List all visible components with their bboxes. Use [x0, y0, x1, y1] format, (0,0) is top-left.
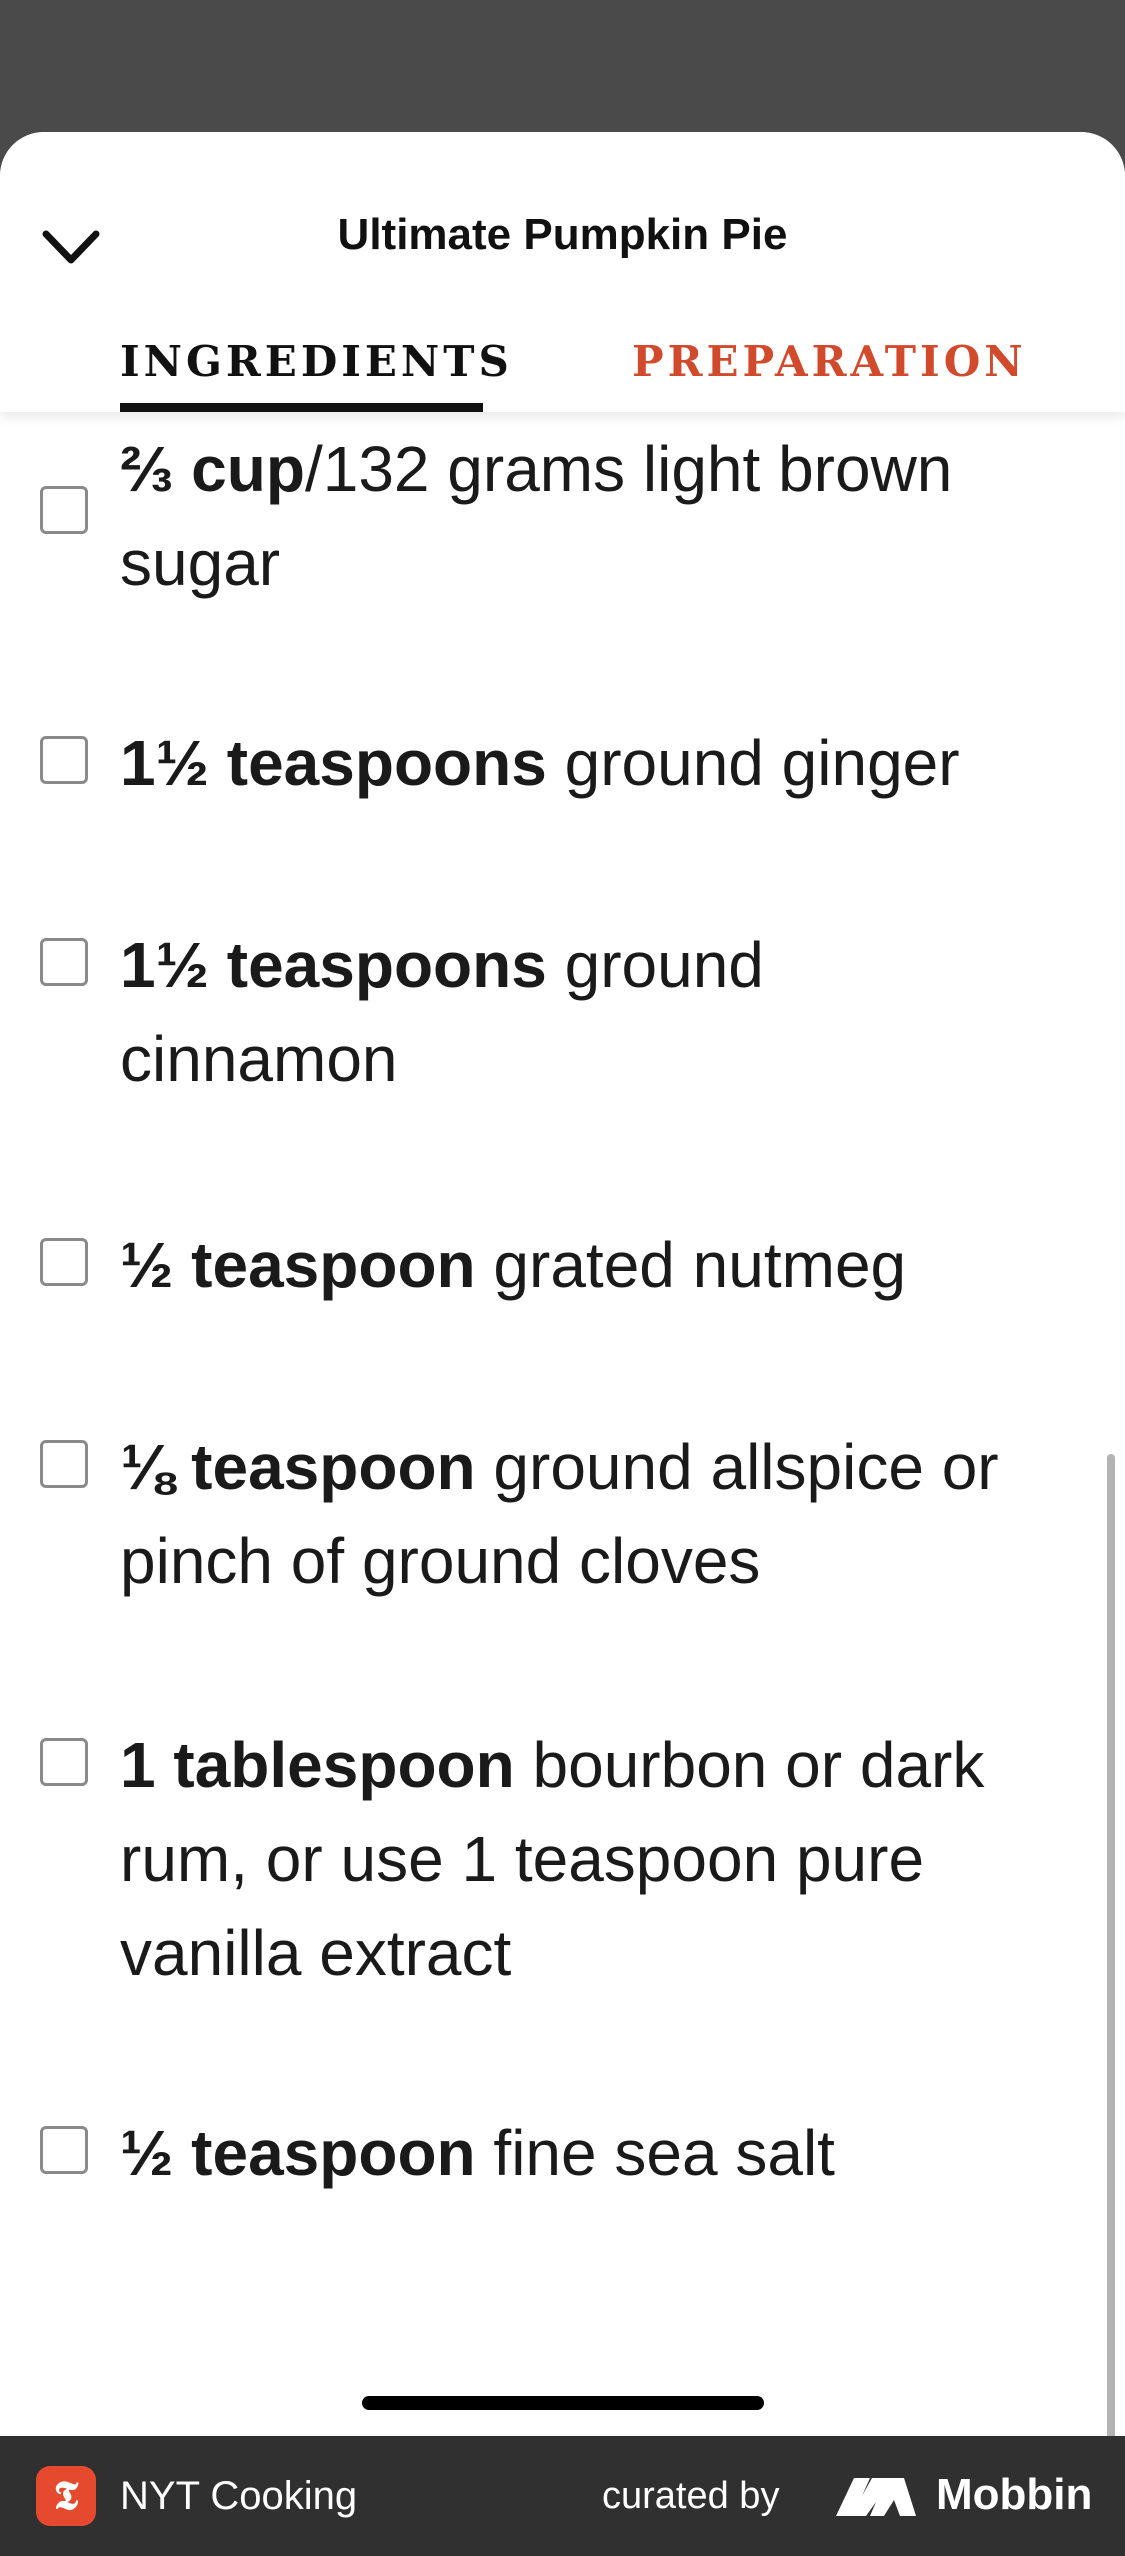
recipe-title: Ultimate Pumpkin Pie: [337, 210, 788, 259]
brand-name: NYT Cooking: [120, 2474, 358, 2518]
ingredient-text: ½ teaspoon fine sea salt: [120, 2106, 1090, 2200]
tab-bar: INGREDIENTS PREPARATION: [0, 312, 1125, 412]
tab-ingredients[interactable]: INGREDIENTS: [120, 312, 509, 412]
ingredient-quantity: ½ teaspoon: [120, 2117, 476, 2189]
ingredient-separator: [515, 1729, 533, 1801]
ingredient-separator: [476, 1229, 494, 1301]
ingredient-quantity: ½ teaspoon: [120, 1229, 476, 1301]
ingredient-checkbox[interactable]: [40, 2126, 88, 2174]
ingredient-separator: [476, 2117, 494, 2189]
ingredient-description: ground ginger: [564, 727, 960, 799]
ingredient-text: ⅔ cup/132 grams light brown sugar: [120, 422, 1090, 610]
ingredient-description: grated nutmeg: [493, 1229, 907, 1301]
ingredient-separator: /: [304, 433, 323, 505]
sheet-header: Ultimate Pumpkin Pie INGREDIENTS PREPARA…: [0, 132, 1125, 412]
ingredient-quantity: 1½ teaspoons: [120, 727, 547, 799]
ingredient-checkbox[interactable]: [40, 486, 88, 534]
tab-preparation[interactable]: PREPARATION: [632, 312, 1023, 412]
ingredient-text: ½ teaspoon grated nutmeg: [120, 1218, 1090, 1312]
mobbin-logo-icon: [832, 2472, 920, 2520]
ingredient-quantity: 1 tablespoon: [120, 1729, 515, 1801]
ingredient-checkbox[interactable]: [40, 938, 88, 986]
ingredient-separator: [547, 727, 565, 799]
tab-preparation-label: PREPARATION: [632, 337, 1027, 386]
attribution-bar: 𝕿 NYT Cooking curated by Mobbin: [0, 2436, 1125, 2556]
recipe-sheet: Ultimate Pumpkin Pie INGREDIENTS PREPARA…: [0, 132, 1125, 2436]
ingredient-text: 1½ teaspoons ground ginger: [120, 716, 1090, 810]
ingredient-separator: [547, 929, 565, 1001]
ingredient-checkbox[interactable]: [40, 736, 88, 784]
mobbin-label: Mobbin: [936, 2470, 1093, 2519]
ingredient-list[interactable]: ⅔ cup/132 grams light brown sugar 1½ tea…: [0, 412, 1125, 2436]
ingredient-checkbox[interactable]: [40, 1440, 88, 1488]
ingredient-quantity: ⅔ cup: [120, 433, 305, 505]
home-indicator[interactable]: [362, 2396, 764, 2410]
nyt-logo-icon: 𝕿: [36, 2466, 96, 2526]
ingredient-text: 1 tablespoon bourbon or dark rum, or use…: [120, 1718, 1090, 2000]
tab-ingredients-label: INGREDIENTS: [120, 337, 513, 386]
curated-by-label: curated by: [602, 2475, 780, 2517]
ingredient-quantity: ⅛ teaspoon: [120, 1431, 476, 1503]
ingredient-text: ⅛ teaspoon ground allspice or pinch of g…: [120, 1420, 1090, 1608]
ingredient-text: 1½ teaspoons ground cinnamon: [120, 918, 840, 1106]
ingredient-separator: [476, 1431, 494, 1503]
ingredient-checkbox[interactable]: [40, 1238, 88, 1286]
ingredient-description: fine sea salt: [493, 2117, 835, 2189]
chevron-down-icon[interactable]: [38, 214, 104, 280]
active-tab-indicator: [120, 403, 483, 412]
scrollbar[interactable]: [1107, 1454, 1115, 2436]
ingredient-quantity: 1½ teaspoons: [120, 929, 547, 1001]
ingredient-checkbox[interactable]: [40, 1738, 88, 1786]
